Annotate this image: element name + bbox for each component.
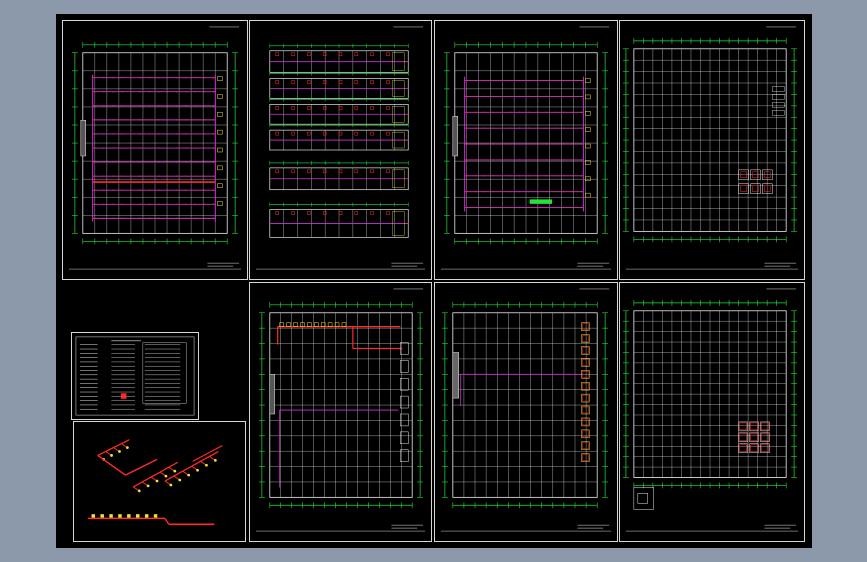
sheet-plan-4-drawing xyxy=(622,26,799,270)
sheet-plan-2[interactable] xyxy=(249,20,432,280)
sheet-plan-6[interactable] xyxy=(434,282,618,542)
sheet-plan-4[interactable] xyxy=(619,20,805,280)
legend-table-panel[interactable] xyxy=(71,332,199,420)
cad-viewport xyxy=(0,0,867,562)
sheet-plan-3[interactable] xyxy=(434,20,618,280)
isometric-view-drawing xyxy=(87,439,223,526)
drawing-canvas[interactable] xyxy=(56,14,812,548)
sheet-plan-1[interactable] xyxy=(62,20,248,280)
sheet-plan-5[interactable] xyxy=(249,282,432,542)
sheet-plan-1-drawing xyxy=(68,26,242,270)
isometric-view-panel[interactable] xyxy=(73,421,246,542)
sheet-plan-5-drawing xyxy=(255,288,426,532)
sheet-plan-3-drawing xyxy=(440,26,612,270)
sheet-plan-6-drawing xyxy=(440,288,612,532)
sheet-plan-7-drawing xyxy=(622,288,799,532)
sheet-plan-7[interactable] xyxy=(619,282,805,542)
sheet-plan-2-drawing xyxy=(255,26,426,270)
legend-table-drawing xyxy=(75,336,195,416)
